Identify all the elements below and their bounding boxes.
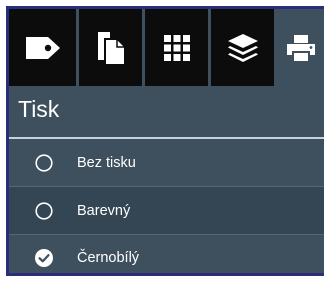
panel-header: Tisk	[9, 86, 324, 139]
option-label: Barevný	[77, 202, 131, 219]
tab-print[interactable]	[277, 9, 324, 86]
printer-icon	[286, 34, 316, 62]
option-barevny[interactable]: Barevný	[9, 187, 324, 234]
radio-checked-icon[interactable]	[35, 248, 53, 267]
tab-grid[interactable]	[145, 9, 208, 86]
radio-unchecked-icon[interactable]	[35, 153, 53, 172]
layers-icon	[226, 32, 260, 64]
option-cernobily[interactable]: Černobílý	[9, 235, 324, 280]
tab-pages[interactable]	[79, 9, 142, 86]
tab-tag[interactable]	[9, 9, 76, 86]
tag-icon	[24, 35, 62, 61]
radio-unchecked-icon[interactable]	[35, 201, 53, 220]
option-bez-tisku[interactable]: Bez tisku	[9, 139, 324, 186]
toolbar	[9, 9, 324, 86]
option-label: Černobílý	[77, 249, 140, 266]
panel-title: Tisk	[18, 96, 60, 122]
grid-icon	[163, 34, 191, 62]
copy-pages-icon	[96, 30, 126, 66]
print-panel-frame: Tisk Bez tisku Barevný Černobílý	[6, 6, 324, 276]
tab-layers[interactable]	[211, 9, 274, 86]
option-label: Bez tisku	[77, 154, 136, 171]
print-panel: Tisk Bez tisku Barevný Černobílý	[9, 9, 324, 273]
